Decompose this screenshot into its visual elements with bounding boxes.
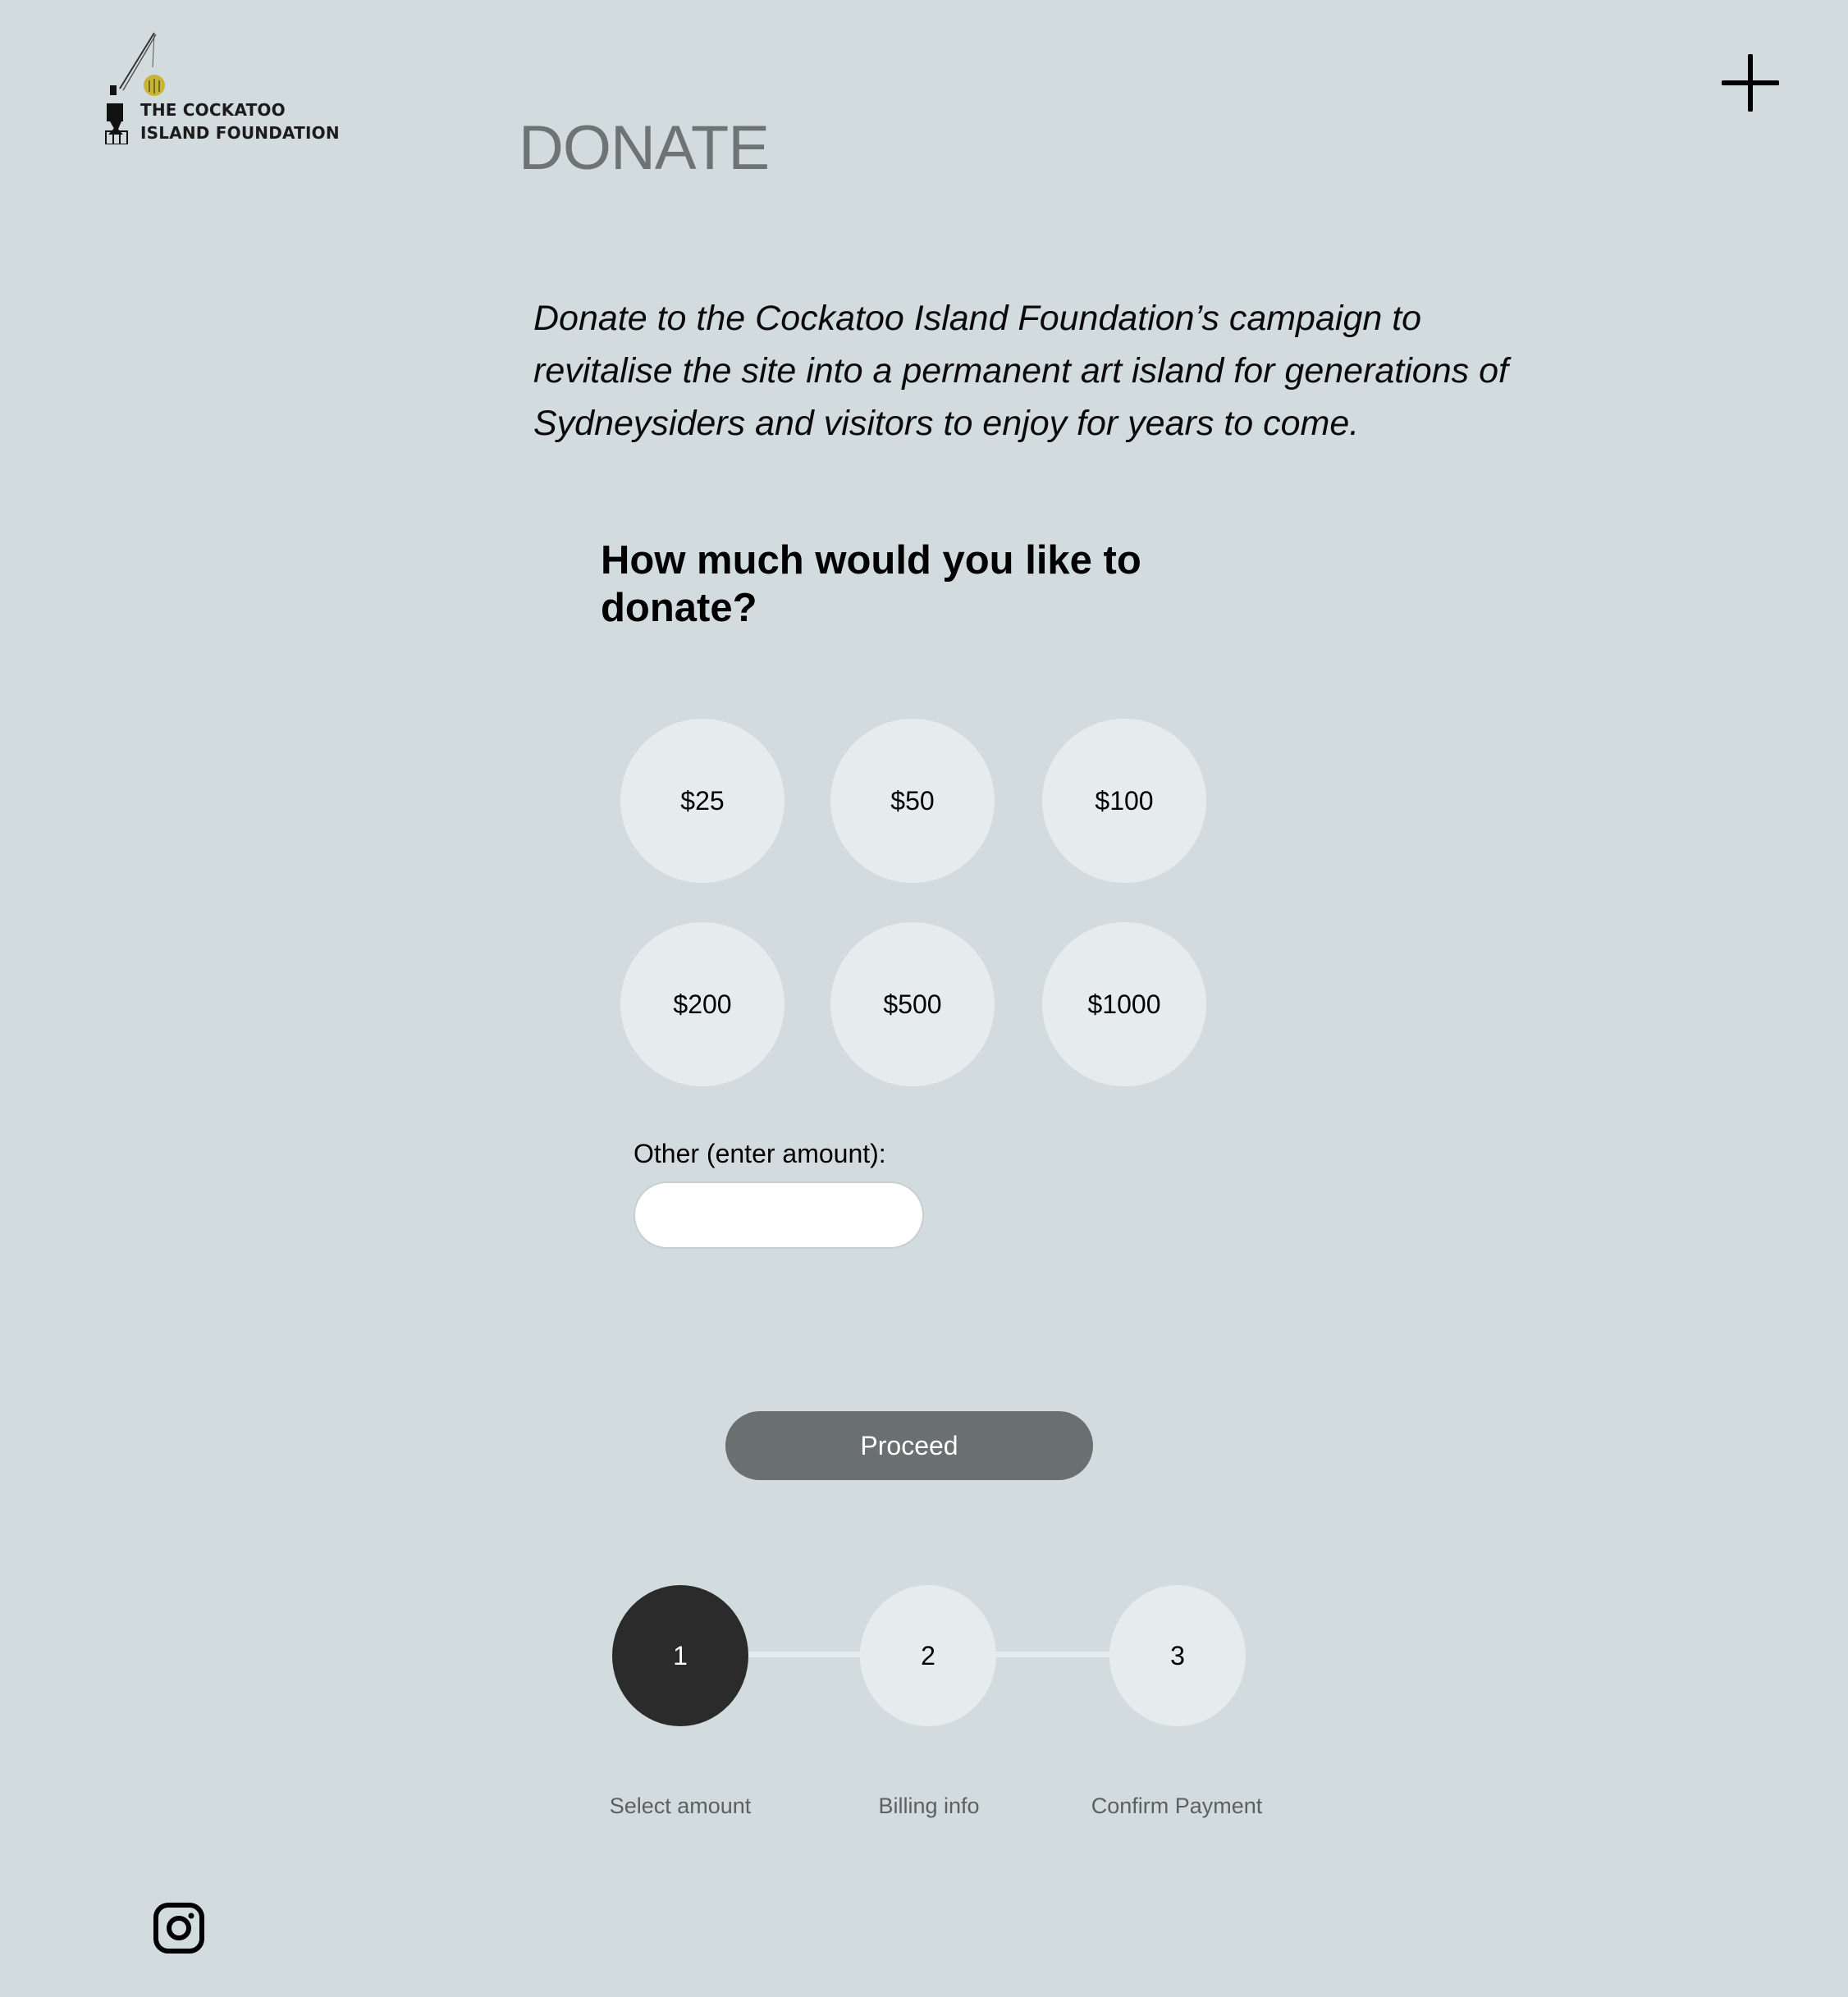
- proceed-button[interactable]: Proceed: [725, 1411, 1093, 1480]
- amount-button-100[interactable]: $100: [1042, 719, 1206, 883]
- logo-line-2: ISLAND FOUNDATION: [140, 123, 340, 143]
- step-connector: [996, 1652, 1113, 1657]
- amount-button-500[interactable]: $500: [830, 922, 995, 1086]
- amount-button-1000[interactable]: $1000: [1042, 922, 1206, 1086]
- step-connector: [747, 1652, 863, 1657]
- logo-text: THE COCKATOO ISLAND FOUNDATION: [140, 98, 340, 144]
- intro-text: Donate to the Cockatoo Island Foundation…: [533, 299, 1508, 443]
- step-2-label: Billing info: [878, 1794, 980, 1818]
- donation-question: How much would you like to donate?: [601, 538, 1141, 630]
- menu-button[interactable]: [1721, 53, 1780, 112]
- plus-icon: [1721, 53, 1780, 112]
- other-amount-label: Other (enter amount):: [634, 1139, 886, 1168]
- instagram-link[interactable]: [153, 1902, 205, 1954]
- instagram-icon: [153, 1903, 204, 1954]
- page-title: DONATE: [519, 113, 770, 183]
- step-3-circle: 3: [1109, 1585, 1246, 1726]
- step-1-circle: 1: [612, 1585, 748, 1726]
- foundation-logo[interactable]: THE COCKATOO ISLAND FOUNDATION: [103, 30, 340, 144]
- step-1-label: Select amount: [609, 1794, 752, 1818]
- amount-button-25[interactable]: $25: [620, 719, 784, 883]
- step-3-label: Confirm Payment: [1091, 1794, 1263, 1818]
- step-2-circle: 2: [860, 1585, 996, 1726]
- other-amount-input[interactable]: [634, 1181, 924, 1249]
- logo-line-1: THE COCKATOO: [140, 100, 286, 120]
- amount-button-50[interactable]: $50: [830, 719, 995, 883]
- amount-button-200[interactable]: $200: [620, 922, 784, 1086]
